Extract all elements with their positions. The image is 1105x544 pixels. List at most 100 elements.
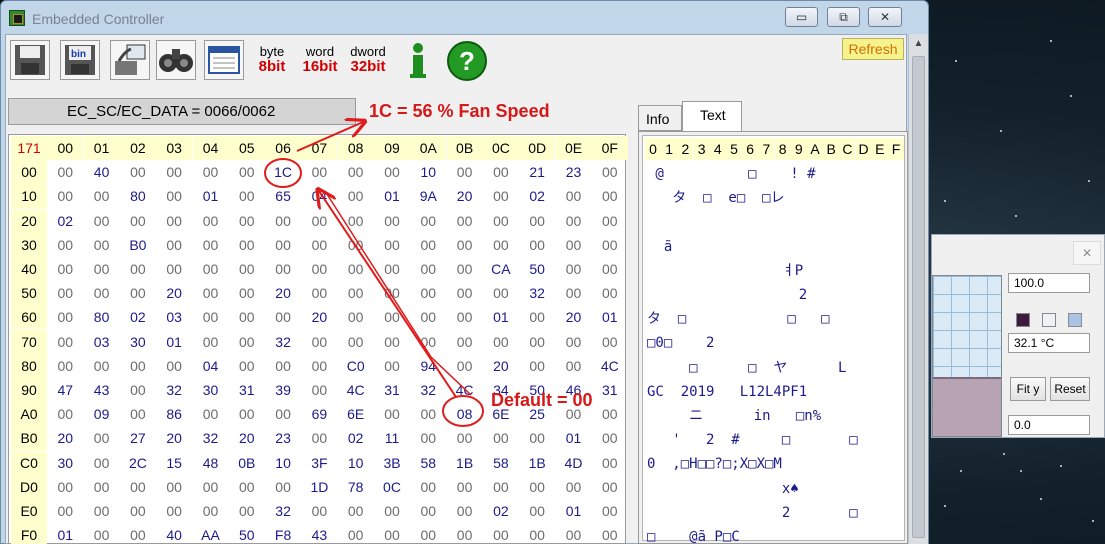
refresh-button[interactable]: Refresh (842, 38, 904, 60)
hex-cell[interactable]: 00 (483, 523, 519, 544)
hex-cell[interactable]: 00 (193, 257, 229, 281)
hex-cell[interactable]: 01 (592, 305, 628, 329)
hex-cell[interactable]: 4D (556, 451, 592, 475)
hex-cell[interactable]: 00 (156, 499, 192, 523)
hex-cell[interactable]: C0 (338, 354, 374, 378)
hex-cell[interactable]: 00 (592, 184, 628, 208)
hex-cell[interactable]: 00 (47, 402, 83, 426)
hex-cell[interactable]: 32 (193, 426, 229, 450)
hex-cell[interactable]: 00 (447, 281, 483, 305)
hex-cell[interactable]: 00 (338, 233, 374, 257)
hex-cell[interactable]: 31 (229, 378, 265, 402)
hex-cell[interactable]: 1B (519, 451, 555, 475)
save-button[interactable] (10, 40, 50, 80)
hex-cell[interactable]: 00 (47, 233, 83, 257)
hex-cell[interactable]: 00 (592, 330, 628, 354)
hex-cell[interactable]: 00 (592, 160, 628, 184)
hex-cell[interactable]: 32 (519, 281, 555, 305)
hex-cell[interactable]: 00 (265, 402, 301, 426)
hex-cell[interactable]: 30 (120, 330, 156, 354)
hex-cell[interactable]: 00 (47, 257, 83, 281)
hex-cell[interactable]: 00 (156, 354, 192, 378)
hex-cell[interactable]: 20 (301, 305, 337, 329)
hex-cell[interactable]: 32 (265, 330, 301, 354)
hex-cell[interactable]: 0C (374, 475, 410, 499)
hex-cell[interactable]: 00 (374, 160, 410, 184)
hex-cell[interactable]: 00 (556, 475, 592, 499)
hex-cell[interactable]: 20 (156, 426, 192, 450)
hex-cell[interactable]: 00 (156, 475, 192, 499)
hex-cell[interactable]: 00 (519, 233, 555, 257)
hex-cell[interactable]: 00 (519, 354, 555, 378)
hex-cell[interactable]: 00 (338, 305, 374, 329)
hex-cell[interactable]: 01 (483, 305, 519, 329)
hex-cell[interactable]: 00 (519, 523, 555, 544)
hex-cell[interactable]: 00 (84, 209, 120, 233)
hex-cell[interactable]: 00 (156, 209, 192, 233)
hex-cell[interactable]: 00 (410, 499, 446, 523)
hex-cell[interactable]: 00 (592, 523, 628, 544)
hex-cell[interactable]: 00 (410, 523, 446, 544)
hex-cell[interactable]: 00 (556, 330, 592, 354)
hex-cell[interactable]: 00 (193, 233, 229, 257)
hex-cell[interactable]: 86 (156, 402, 192, 426)
hex-cell[interactable]: 00 (338, 184, 374, 208)
hex-cell[interactable]: 00 (447, 499, 483, 523)
hex-cell[interactable]: 02 (338, 426, 374, 450)
hex-cell[interactable]: 00 (120, 354, 156, 378)
hex-cell[interactable]: 00 (193, 281, 229, 305)
hex-cell[interactable]: 00 (374, 257, 410, 281)
plot-close-button[interactable]: × (1073, 241, 1101, 265)
hex-cell[interactable]: 10 (338, 451, 374, 475)
hex-cell[interactable]: 00 (47, 499, 83, 523)
hex-cell[interactable]: 00 (301, 426, 337, 450)
hex-cell[interactable]: 31 (592, 378, 628, 402)
dword-mode-button[interactable]: dword 32bit (348, 40, 388, 80)
hex-cell[interactable]: 00 (156, 160, 192, 184)
hex-cell[interactable]: 00 (447, 305, 483, 329)
hex-cell[interactable]: 32 (156, 378, 192, 402)
hex-cell[interactable]: 43 (84, 378, 120, 402)
hex-cell[interactable]: 00 (410, 402, 446, 426)
hex-cell[interactable]: 00 (84, 257, 120, 281)
hex-cell[interactable]: AA (193, 523, 229, 544)
hex-cell[interactable]: 27 (120, 426, 156, 450)
hex-cell[interactable]: 58 (483, 451, 519, 475)
hex-cell[interactable]: 6E (338, 402, 374, 426)
hex-cell[interactable]: 00 (374, 330, 410, 354)
hex-cell[interactable]: 00 (301, 281, 337, 305)
hex-cell[interactable]: 00 (229, 233, 265, 257)
hex-cell[interactable]: 00 (84, 426, 120, 450)
hex-cell[interactable]: 00 (410, 233, 446, 257)
hex-cell[interactable]: 00 (193, 209, 229, 233)
hex-cell[interactable]: 00 (229, 475, 265, 499)
color-swatch-3[interactable] (1068, 313, 1082, 327)
hex-cell[interactable]: 1C (265, 160, 301, 184)
hex-cell[interactable]: 40 (84, 160, 120, 184)
hex-cell[interactable]: 00 (519, 426, 555, 450)
hex-cell[interactable]: 2C (120, 451, 156, 475)
hex-cell[interactable]: 00 (374, 305, 410, 329)
hex-cell[interactable]: 00 (84, 233, 120, 257)
info-button[interactable] (398, 40, 438, 80)
hex-cell[interactable]: 00 (229, 330, 265, 354)
color-swatch-1[interactable] (1016, 313, 1030, 327)
hex-cell[interactable]: 80 (84, 305, 120, 329)
hex-cell[interactable]: 00 (447, 475, 483, 499)
hex-cell[interactable]: 00 (410, 305, 446, 329)
hex-cell[interactable]: 01 (193, 184, 229, 208)
reset-button[interactable]: Reset (1050, 377, 1090, 401)
hex-cell[interactable]: 00 (592, 281, 628, 305)
hex-cell[interactable]: 00 (229, 281, 265, 305)
hex-cell[interactable]: 00 (483, 475, 519, 499)
hex-cell[interactable]: 20 (447, 184, 483, 208)
hex-cell[interactable]: 00 (483, 184, 519, 208)
hex-cell[interactable]: 23 (556, 160, 592, 184)
hex-cell[interactable]: 04 (301, 184, 337, 208)
hex-cell[interactable]: 00 (519, 330, 555, 354)
hex-cell[interactable]: CA (483, 257, 519, 281)
hex-cell[interactable]: 00 (193, 330, 229, 354)
hex-cell[interactable]: 00 (47, 305, 83, 329)
hex-cell[interactable]: 10 (410, 160, 446, 184)
hex-cell[interactable]: 30 (47, 451, 83, 475)
